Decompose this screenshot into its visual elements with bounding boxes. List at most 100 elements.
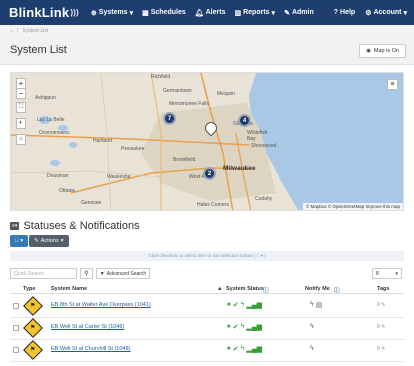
- advanced-search-button[interactable]: ▼ Advanced Search: [96, 268, 150, 279]
- map-toggle-button[interactable]: ◉ Map is On: [359, 44, 406, 58]
- status-icons: ♠ ✔ ϟ ▂▄▆: [227, 301, 262, 309]
- gear-icon: ⚙: [365, 9, 372, 17]
- tag-icon[interactable]: 0 ✎: [377, 302, 385, 308]
- breadcrumb-current: System List: [22, 28, 49, 34]
- pedestrian-icon: ⚑: [30, 347, 36, 353]
- quick-search-input[interactable]: Quick Search: [10, 268, 77, 279]
- info-icon[interactable]: ⓘ: [263, 286, 269, 294]
- info-icon[interactable]: ⓘ: [334, 286, 340, 294]
- bell-icon: ♠: [227, 301, 231, 308]
- caret-down-icon: ▾: [20, 238, 24, 244]
- map-label: Lac La Belle: [37, 117, 65, 123]
- column-notify[interactable]: Notify Me: [305, 286, 330, 292]
- row-checkbox[interactable]: [13, 303, 19, 309]
- column-status[interactable]: System Status: [226, 286, 264, 292]
- caret-down-icon: ▾: [129, 9, 134, 17]
- home-icon[interactable]: ⌂: [10, 28, 13, 34]
- bell-icon: ♠: [227, 345, 231, 352]
- search-icon: ⚲: [84, 271, 89, 277]
- status-icons: ♠ ✔ ϟ ▂▄▆: [227, 345, 262, 353]
- brand-logo[interactable]: BlinkLink ))): [9, 5, 79, 20]
- plug-icon: ✔: [232, 302, 239, 309]
- caret-down-icon: ▾: [395, 270, 398, 277]
- system-name-link[interactable]: EB Well St at Churchill St (1048): [51, 346, 130, 352]
- battery-icon: ϟ: [240, 323, 245, 330]
- chart-icon: ▥: [234, 9, 242, 17]
- fullscreen-icon[interactable]: ⛶: [16, 102, 26, 113]
- pedestrian-icon: ⚑: [30, 303, 36, 309]
- nav-help[interactable]: ? Help: [334, 9, 355, 16]
- map-label: Genesee: [81, 200, 102, 206]
- calendar-icon: ▦: [142, 9, 149, 17]
- wrench-icon: ✎: [284, 9, 290, 17]
- search-button[interactable]: ⚲: [80, 268, 93, 279]
- map-label: Brookfield: [173, 157, 196, 163]
- top-navbar: BlinkLink ))) ⊕ Systems ▾ ▦ Schedules 🔔︎…: [0, 0, 414, 25]
- nav-systems[interactable]: ⊕ Systems ▾: [91, 9, 133, 17]
- cluster-marker[interactable]: 4: [238, 114, 251, 127]
- table-row[interactable]: ⚑ EB Well St at Carter St (1046) ♠ ✔ ϟ ▂…: [10, 318, 404, 340]
- pedestrian-icon: ⚑: [30, 325, 36, 331]
- bolt-icon: ϟ: [310, 301, 314, 308]
- map-label: Hartland: [93, 138, 112, 144]
- system-name-link[interactable]: EB 8th St at Walter Ave Overpass (1041): [51, 302, 151, 308]
- notify-icons[interactable]: ϟ: [310, 323, 314, 330]
- page-title: System List: [10, 44, 67, 56]
- row-checkbox[interactable]: [13, 325, 19, 331]
- page-size-select[interactable]: 8 ▾: [372, 268, 402, 279]
- cluster-marker[interactable]: 2: [203, 167, 216, 180]
- layers-icon[interactable]: ≡: [387, 79, 398, 90]
- map-label: Richfield: [151, 74, 171, 80]
- cluster-marker[interactable]: 7: [163, 112, 176, 125]
- table-row[interactable]: ⚑ EB Well St at Churchill St (1048) ♠ ✔ …: [10, 340, 404, 362]
- map-label: Menomonee Falls: [169, 101, 209, 107]
- selection-hint: Click checkbox to select item or use sel…: [10, 251, 404, 261]
- system-map[interactable]: + − ⛶ ◐ ⌂ ≡ Richfield Germantown Mequon …: [10, 72, 404, 211]
- column-name[interactable]: System Name: [51, 286, 87, 292]
- map-label: Hales Corners: [197, 202, 229, 208]
- sort-icon[interactable]: ▲: [217, 286, 222, 292]
- system-name-link[interactable]: EB Well St at Carter St (1046): [51, 324, 124, 330]
- zoom-out-button[interactable]: −: [16, 88, 26, 99]
- map-marker-icon: ◉: [366, 48, 371, 54]
- map-label: Waukesha: [107, 174, 131, 180]
- nav-alerts[interactable]: 🔔︎ Alerts: [195, 9, 226, 17]
- action-bar: □ ▾ ✎ Actions ▾: [10, 235, 69, 247]
- home-icon[interactable]: ⌂: [16, 134, 26, 145]
- signal-icon: ▂▄▆: [246, 346, 263, 353]
- nav-admin[interactable]: ✎ Admin: [284, 9, 314, 17]
- bolt-icon: ϟ: [310, 345, 314, 352]
- tag-icon[interactable]: 0 ✎: [377, 324, 385, 330]
- caret-down-icon: ▾: [271, 9, 276, 17]
- table-row[interactable]: ⚑ EB 8th St at Walter Ave Overpass (1041…: [10, 296, 404, 318]
- list-icon: ≡▾: [10, 222, 20, 230]
- map-attribution[interactable]: © Mapbox © OpenStreetMap Improve this ma…: [303, 203, 403, 210]
- locate-icon[interactable]: ◐: [16, 118, 26, 129]
- tag-icon[interactable]: 0 ✎: [377, 346, 385, 352]
- column-tags[interactable]: Tags: [377, 286, 389, 292]
- table-header: Type System Name ▲ System Status ⓘ Notif…: [10, 284, 404, 294]
- battery-icon: ϟ: [240, 301, 245, 308]
- actions-button[interactable]: ✎ Actions ▾: [29, 235, 69, 247]
- page-header: System List ◉ Map is On: [0, 37, 414, 65]
- checkbox-icon: □: [15, 238, 19, 244]
- row-checkbox[interactable]: [13, 347, 19, 353]
- map-label: Germantown: [163, 88, 192, 94]
- bell-icon: ♠: [227, 323, 231, 330]
- select-button[interactable]: □ ▾: [10, 235, 29, 247]
- filter-icon: ▼: [99, 270, 105, 277]
- column-type[interactable]: Type: [23, 286, 35, 292]
- map-label: Cudahy: [255, 196, 273, 202]
- plug-icon: ✔: [232, 324, 239, 331]
- map-label: Dousman: [47, 173, 69, 179]
- map-label: Ashippun: [35, 95, 56, 101]
- signal-icon: ▂▄▆: [246, 324, 263, 331]
- plug-icon: ✔: [232, 346, 239, 353]
- status-icons: ♠ ✔ ϟ ▂▄▆: [227, 323, 262, 331]
- map-label: Pewaukee: [121, 146, 145, 152]
- nav-reports[interactable]: ▥ Reports ▾: [234, 9, 275, 17]
- notify-icons[interactable]: ϟ ▤: [310, 301, 322, 309]
- notify-icons[interactable]: ϟ: [310, 345, 314, 352]
- nav-schedules[interactable]: ▦ Schedules: [142, 9, 186, 17]
- nav-account[interactable]: ⚙ Account ▾: [365, 9, 407, 17]
